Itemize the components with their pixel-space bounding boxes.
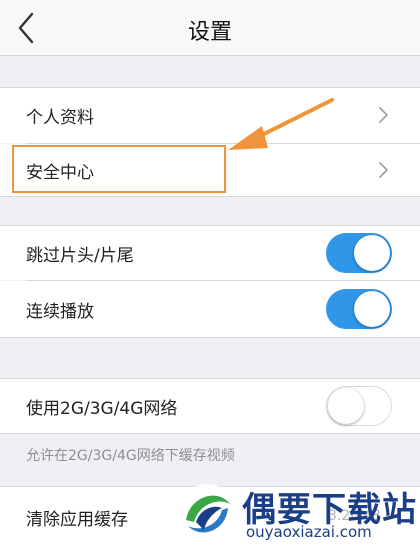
row-profile-label: 个人资料 <box>26 108 94 128</box>
hint-area: 允许在2G/3G/4G网络下缓存视频 <box>0 434 420 486</box>
chevron-right-icon <box>379 107 388 123</box>
watermark: 偶要下载站 ouyaoxiazai.com <box>176 480 420 546</box>
row-profile[interactable]: 个人资料 <box>0 88 420 143</box>
annotation-arrow-icon <box>228 98 334 150</box>
row-autoplay: 连续播放 <box>0 281 420 337</box>
toggle-knob <box>354 291 390 327</box>
section-gap <box>0 57 420 87</box>
toggle-knob <box>354 235 390 271</box>
row-skip-intro-outro-label: 跳过片头/片尾 <box>26 246 134 266</box>
page-title: 设置 <box>187 20 232 45</box>
skip-intro-outro-toggle[interactable] <box>326 233 392 273</box>
mobile-data-toggle[interactable] <box>326 386 392 426</box>
row-mobile-data-label: 使用2G/3G/4G网络 <box>26 399 178 419</box>
highlight-box <box>12 145 226 193</box>
row-mobile-data: 使用2G/3G/4G网络 <box>0 379 420 433</box>
row-clear-cache-label: 清除应用缓存 <box>26 510 128 530</box>
autoplay-toggle[interactable] <box>326 289 392 329</box>
watermark-url: ouyaoxiazai.com <box>246 523 372 541</box>
mobile-data-hint: 允许在2G/3G/4G网络下缓存视频 <box>26 448 235 464</box>
site-logo-icon <box>178 484 236 542</box>
chevron-right-icon <box>379 162 388 178</box>
section-gap <box>0 197 420 225</box>
toggle-knob <box>328 388 364 424</box>
section-gap <box>0 338 420 378</box>
navigation-bar: 设置 <box>0 0 420 56</box>
row-skip-intro-outro: 跳过片头/片尾 <box>0 226 420 280</box>
row-autoplay-label: 连续播放 <box>26 302 94 322</box>
